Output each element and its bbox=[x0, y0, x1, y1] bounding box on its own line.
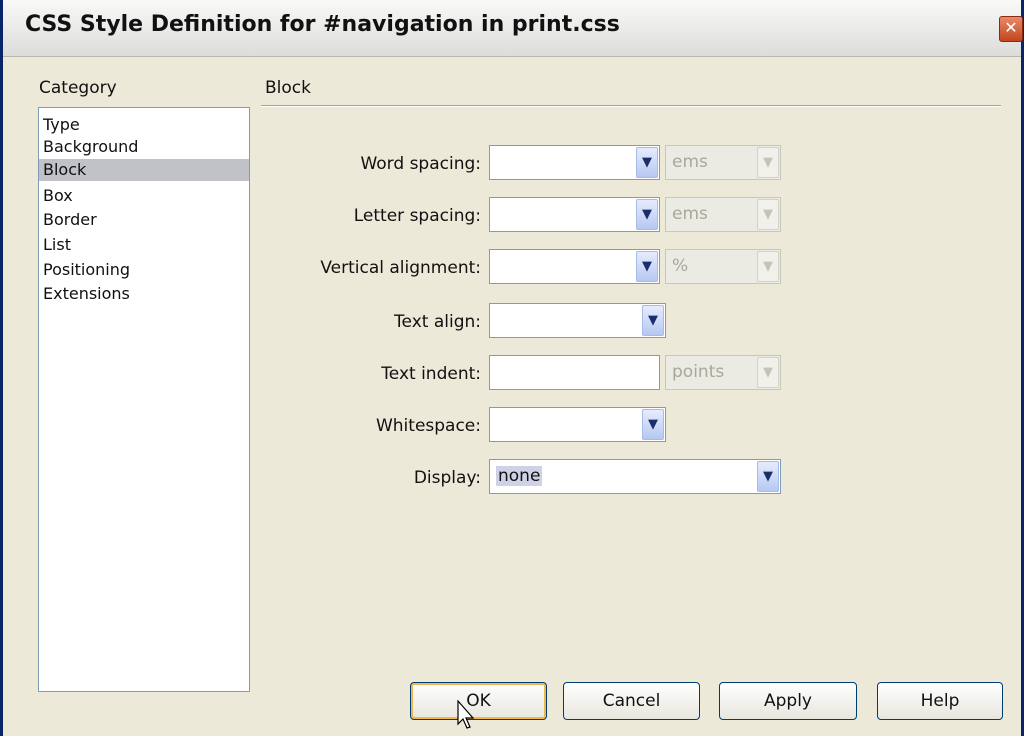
category-item-box[interactable]: Box bbox=[39, 185, 249, 207]
chevron-down-icon[interactable]: ▼ bbox=[757, 461, 779, 492]
display-select[interactable]: none ▼ bbox=[489, 459, 781, 494]
letter-spacing-select[interactable]: ▼ bbox=[489, 197, 660, 232]
display-value: none bbox=[496, 466, 543, 486]
chevron-down-icon[interactable]: ▼ bbox=[636, 251, 658, 282]
cancel-button[interactable]: Cancel bbox=[563, 682, 700, 720]
text-align-select[interactable]: ▼ bbox=[489, 303, 666, 338]
category-list[interactable]: Type Background Block Box Border List Po… bbox=[38, 107, 250, 692]
category-heading: Category bbox=[39, 78, 117, 98]
chevron-down-icon: ▼ bbox=[757, 147, 779, 178]
display-label: Display: bbox=[413, 468, 481, 488]
vertical-alignment-label: Vertical alignment: bbox=[320, 258, 481, 278]
dialog-window: CSS Style Definition for #navigation in … bbox=[0, 0, 1024, 736]
category-item-extensions[interactable]: Extensions bbox=[39, 283, 249, 305]
whitespace-select[interactable]: ▼ bbox=[489, 407, 666, 442]
category-item-type[interactable]: Type bbox=[39, 114, 249, 136]
chevron-down-icon[interactable]: ▼ bbox=[636, 147, 658, 178]
text-indent-unit: points bbox=[672, 362, 725, 382]
chevron-down-icon: ▼ bbox=[757, 251, 779, 282]
chevron-down-icon[interactable]: ▼ bbox=[642, 305, 664, 336]
text-indent-unit-select: points ▼ bbox=[665, 355, 781, 390]
ok-button[interactable]: OK bbox=[410, 682, 547, 720]
close-icon[interactable]: ✕ bbox=[999, 16, 1023, 42]
mouse-pointer-icon bbox=[457, 700, 475, 729]
chevron-down-icon: ▼ bbox=[757, 199, 779, 230]
window-title: CSS Style Definition for #navigation in … bbox=[25, 12, 620, 37]
chevron-down-icon[interactable]: ▼ bbox=[636, 199, 658, 230]
whitespace-label: Whitespace: bbox=[375, 416, 481, 436]
apply-button[interactable]: Apply bbox=[719, 682, 857, 720]
help-button[interactable]: Help bbox=[877, 682, 1003, 720]
chevron-down-icon: ▼ bbox=[757, 357, 779, 388]
category-item-list[interactable]: List bbox=[39, 234, 249, 256]
text-indent-label: Text indent: bbox=[381, 364, 481, 384]
title-bar[interactable]: CSS Style Definition for #navigation in … bbox=[3, 0, 1023, 57]
heading-divider bbox=[261, 105, 1001, 107]
word-spacing-select[interactable]: ▼ bbox=[489, 145, 660, 180]
letter-spacing-label: Letter spacing: bbox=[353, 206, 481, 226]
letter-spacing-unit-select: ems ▼ bbox=[665, 197, 781, 232]
panel-heading: Block bbox=[265, 78, 311, 98]
letter-spacing-unit: ems bbox=[672, 204, 708, 224]
vertical-alignment-unit: % bbox=[672, 256, 689, 276]
text-align-label: Text align: bbox=[394, 312, 481, 332]
text-indent-input[interactable] bbox=[489, 355, 660, 390]
vertical-alignment-unit-select: % ▼ bbox=[665, 249, 781, 284]
word-spacing-unit: ems bbox=[672, 152, 708, 172]
vertical-alignment-select[interactable]: ▼ bbox=[489, 249, 660, 284]
word-spacing-unit-select: ems ▼ bbox=[665, 145, 781, 180]
chevron-down-icon[interactable]: ▼ bbox=[642, 409, 664, 440]
word-spacing-label: Word spacing: bbox=[360, 154, 481, 174]
